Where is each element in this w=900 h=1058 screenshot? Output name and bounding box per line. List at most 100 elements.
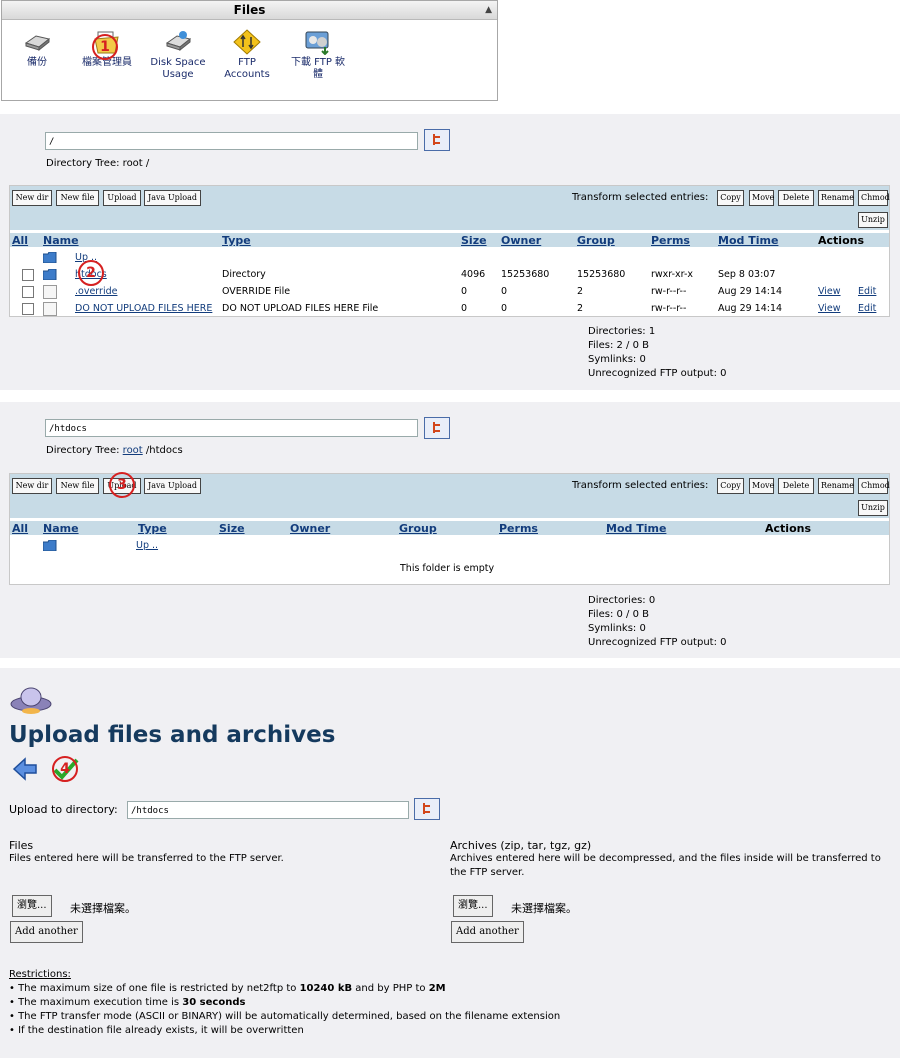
col-size[interactable]: Size xyxy=(219,522,245,535)
up-link[interactable]: Up .. xyxy=(136,540,158,551)
upload-button[interactable]: Upload xyxy=(103,190,141,206)
files-browse-button[interactable]: 瀏覽... xyxy=(12,895,52,917)
transform-label: Transform selected entries: xyxy=(572,192,709,203)
edit-link[interactable]: Edit xyxy=(858,303,876,314)
file-toolbar: New dir New file Upload Java Upload Tran… xyxy=(10,186,890,230)
file-size: 4096 xyxy=(461,269,486,280)
file-perms: rw-r--r-- xyxy=(651,303,687,314)
col-owner[interactable]: Owner xyxy=(290,522,330,535)
col-group[interactable]: Group xyxy=(399,522,437,535)
copy-button[interactable]: Copy xyxy=(717,190,744,206)
collapse-arrow-icon[interactable]: ▲ xyxy=(485,1,492,19)
annotation-marker-1: 1 xyxy=(92,34,118,60)
stat-symlinks: Symlinks: 0 xyxy=(588,623,646,634)
col-type[interactable]: Type xyxy=(222,234,251,247)
unzip-button[interactable]: Unzip xyxy=(858,500,888,516)
file-type: DO NOT UPLOAD FILES HERE File xyxy=(222,303,379,314)
disk-usage-item[interactable]: Disk Space Usage xyxy=(146,29,210,81)
files-no-file-text: 未選擇檔案。 xyxy=(70,902,136,915)
col-all[interactable]: All xyxy=(12,234,28,247)
table-row-up: Up .. xyxy=(10,249,889,266)
tree-root-link[interactable]: root xyxy=(123,445,143,456)
directory-tree-button[interactable] xyxy=(424,417,450,439)
col-perms[interactable]: Perms xyxy=(651,234,690,247)
row-checkbox[interactable] xyxy=(22,303,34,315)
rename-button[interactable]: Rename xyxy=(818,478,854,494)
upload-dir-input[interactable]: /htdocs xyxy=(127,801,409,819)
file-owner: 0 xyxy=(501,286,508,297)
chmod-button[interactable]: Chmod xyxy=(858,478,890,494)
files-panel-header[interactable]: Files ▲ xyxy=(2,1,497,20)
row-checkbox[interactable] xyxy=(22,269,34,281)
annotation-marker-3: 3 xyxy=(109,472,135,498)
tree-label: Directory Tree: xyxy=(46,158,120,169)
ftp-software-item[interactable]: 下載 FTP 軟體 xyxy=(286,29,350,81)
copy-button[interactable]: Copy xyxy=(717,478,744,494)
ufo-icon xyxy=(10,687,52,714)
stat-symlinks: Symlinks: 0 xyxy=(588,354,646,365)
col-perms[interactable]: Perms xyxy=(499,522,538,535)
edit-link[interactable]: Edit xyxy=(858,286,876,297)
file-name-link[interactable]: DO NOT UPLOAD FILES HERE xyxy=(75,303,212,314)
view-link[interactable]: View xyxy=(818,303,841,314)
archives-add-another-button[interactable]: Add another xyxy=(451,921,524,943)
col-name[interactable]: Name xyxy=(43,522,79,535)
file-type: OVERRIDE File xyxy=(222,286,291,297)
file-toolbar: New dir New file Upload Java Upload Tran… xyxy=(10,474,890,518)
col-name[interactable]: Name xyxy=(43,234,79,247)
stat-directories: Directories: 1 xyxy=(588,326,656,337)
delete-button[interactable]: Delete xyxy=(778,478,814,494)
stat-files: Files: 0 / 0 B xyxy=(588,609,649,620)
file-icon xyxy=(43,302,57,316)
file-perms: rw-r--r-- xyxy=(651,286,687,297)
col-modtime[interactable]: Mod Time xyxy=(606,522,666,535)
col-group[interactable]: Group xyxy=(577,234,615,247)
file-owner: 15253680 xyxy=(501,269,550,280)
folder-icon xyxy=(43,269,57,280)
row-checkbox[interactable] xyxy=(22,286,34,298)
ftp-accounts-item[interactable]: FTP Accounts xyxy=(215,29,279,81)
directory-path-input[interactable]: /htdocs xyxy=(45,419,418,437)
backup-item[interactable]: 備份 xyxy=(5,29,69,69)
delete-button[interactable]: Delete xyxy=(778,190,814,206)
new-dir-button[interactable]: New dir xyxy=(12,478,52,494)
ftp-accounts-icon xyxy=(232,29,262,55)
move-button[interactable]: Move xyxy=(749,190,774,206)
file-perms: rwxr-xr-x xyxy=(651,269,693,280)
new-dir-button[interactable]: New dir xyxy=(12,190,52,206)
col-all[interactable]: All xyxy=(12,522,28,535)
stat-unrecognized: Unrecognized FTP output: 0 xyxy=(588,637,727,648)
tree-label: Directory Tree: xyxy=(46,445,120,456)
file-group: 2 xyxy=(577,286,584,297)
backup-label: 備份 xyxy=(27,57,47,68)
table-row: DO NOT UPLOAD FILES HERE DO NOT UPLOAD F… xyxy=(10,300,889,317)
move-button[interactable]: Move xyxy=(749,478,774,494)
chmod-button[interactable]: Chmod xyxy=(858,190,890,206)
restriction-item: • The maximum execution time is 30 secon… xyxy=(9,997,246,1008)
directory-tree-button[interactable] xyxy=(414,798,440,820)
col-owner[interactable]: Owner xyxy=(501,234,541,247)
files-add-another-button[interactable]: Add another xyxy=(10,921,83,943)
restriction-item: • If the destination file already exists… xyxy=(9,1025,304,1036)
java-upload-button[interactable]: Java Upload xyxy=(144,478,201,494)
files-panel-title: Files xyxy=(233,3,266,17)
new-file-button[interactable]: New file xyxy=(56,190,99,206)
archives-browse-button[interactable]: 瀏覽... xyxy=(453,895,493,917)
rename-button[interactable]: Rename xyxy=(818,190,854,206)
view-link[interactable]: View xyxy=(818,286,841,297)
col-type[interactable]: Type xyxy=(138,522,167,535)
col-modtime[interactable]: Mod Time xyxy=(718,234,778,247)
directory-tree-button[interactable] xyxy=(424,129,450,151)
unzip-button[interactable]: Unzip xyxy=(858,212,888,228)
back-arrow-icon[interactable] xyxy=(12,757,38,781)
col-actions: Actions xyxy=(818,234,864,247)
directory-path-input[interactable]: / xyxy=(45,132,418,150)
java-upload-button[interactable]: Java Upload xyxy=(144,190,201,206)
new-file-button[interactable]: New file xyxy=(56,478,99,494)
col-size[interactable]: Size xyxy=(461,234,487,247)
ftp-accounts-label: FTP Accounts xyxy=(224,57,270,80)
ftp-software-icon xyxy=(303,29,333,56)
file-modtime: Sep 8 03:07 xyxy=(718,269,776,280)
file-modtime: Aug 29 14:14 xyxy=(718,286,783,297)
file-name-link[interactable]: .override xyxy=(75,286,117,297)
